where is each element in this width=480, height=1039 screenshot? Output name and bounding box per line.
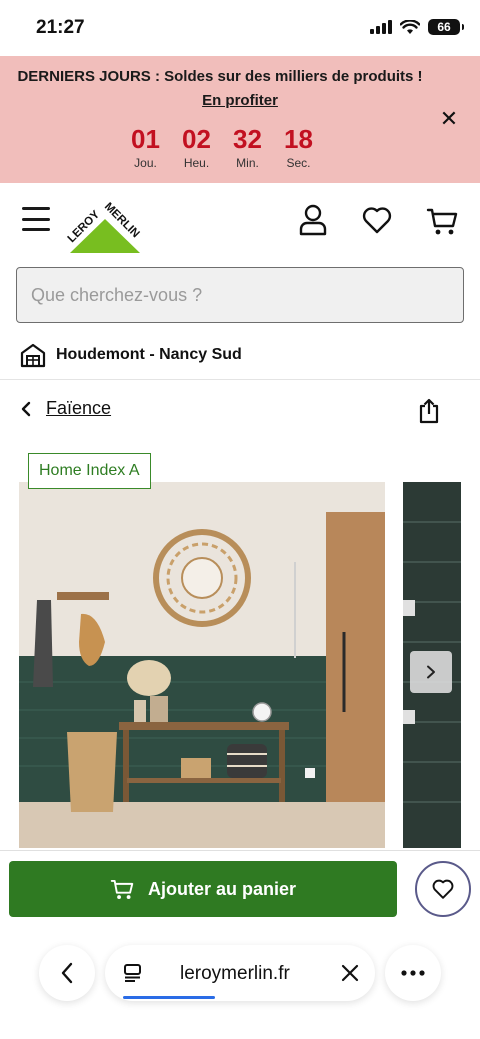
status-bar: 21:27 66: [0, 0, 480, 56]
wifi-icon: [400, 19, 420, 34]
promo-title: DERNIERS JOURS : Soldes sur des milliers…: [17, 68, 423, 85]
product-badge: Home Index A: [28, 453, 151, 489]
share-icon[interactable]: [418, 398, 440, 424]
page-load-progress: [123, 996, 215, 999]
status-icons: 66: [370, 19, 464, 35]
status-time: 21:27: [36, 17, 85, 38]
countdown-days: 01 Jou.: [120, 124, 171, 170]
tab-layout-icon[interactable]: [123, 963, 143, 983]
countdown-unit: Jou.: [134, 156, 157, 170]
chevron-right-icon: [427, 665, 435, 679]
url-text: leroymerlin.fr: [180, 963, 290, 984]
countdown-value: 01: [131, 124, 160, 154]
heart-icon[interactable]: [361, 203, 393, 237]
breadcrumb[interactable]: Faïence: [20, 398, 111, 419]
address-bar[interactable]: leroymerlin.fr: [105, 945, 375, 1001]
cart-icon: [110, 879, 134, 899]
add-to-favorites-button[interactable]: [415, 861, 471, 917]
account-icon[interactable]: [297, 203, 329, 237]
countdown-hours: 02 Heu.: [171, 124, 222, 170]
countdown-minutes: 32 Min.: [222, 124, 273, 170]
browser-toolbar: leroymerlin.fr: [0, 940, 480, 1039]
site-header: LEROY MERLIN: [0, 183, 480, 267]
store-selector[interactable]: Houdemont - Nancy Sud: [0, 330, 480, 380]
battery-indicator: 66: [428, 19, 464, 35]
countdown: 01 Jou. 02 Heu. 32 Min. 18 Sec.: [120, 124, 324, 170]
leroy-merlin-logo[interactable]: LEROY MERLIN: [66, 195, 144, 257]
chevron-left-icon: [61, 962, 73, 984]
sticky-cta-bar: Ajouter au panier: [0, 850, 480, 940]
countdown-value: 18: [284, 124, 313, 154]
cellular-signal-icon: [370, 20, 392, 34]
search-input[interactable]: [17, 268, 463, 322]
menu-icon[interactable]: [22, 207, 50, 231]
more-options-button[interactable]: [385, 945, 441, 1001]
add-to-cart-label: Ajouter au panier: [147, 878, 297, 899]
close-icon[interactable]: ✕: [438, 106, 460, 131]
store-icon: [20, 343, 46, 368]
countdown-seconds: 18 Sec.: [273, 124, 324, 170]
chevron-left-icon: [21, 401, 31, 416]
heart-icon: [432, 879, 454, 899]
countdown-value: 02: [182, 124, 211, 154]
store-name: Houdemont - Nancy Sud: [56, 346, 242, 363]
countdown-unit: Heu.: [183, 156, 210, 170]
cart-icon[interactable]: [426, 203, 458, 237]
promo-banner: DERNIERS JOURS : Soldes sur des milliers…: [0, 56, 480, 183]
close-icon[interactable]: [341, 964, 359, 982]
carousel-next-button[interactable]: [410, 651, 452, 693]
search-bar[interactable]: [16, 267, 464, 323]
browser-back-button[interactable]: [39, 945, 95, 1001]
countdown-unit: Min.: [236, 156, 259, 170]
countdown-value: 32: [233, 124, 262, 154]
promo-link[interactable]: En profiter: [0, 92, 480, 109]
countdown-unit: Sec.: [286, 156, 311, 170]
breadcrumb-label[interactable]: Faïence: [46, 398, 111, 419]
add-to-cart-button[interactable]: Ajouter au panier: [9, 861, 397, 917]
product-photo: [19, 482, 385, 848]
ellipsis-icon: [401, 970, 425, 976]
product-image[interactable]: [19, 482, 385, 848]
